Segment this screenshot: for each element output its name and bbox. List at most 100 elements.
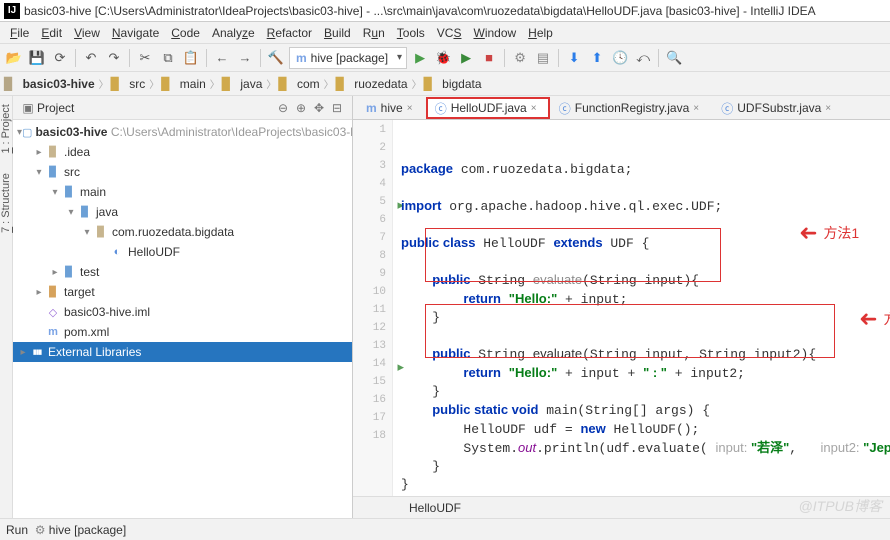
project-tree[interactable]: ▾basic03-hive C:\Users\Administrator\Ide… bbox=[13, 120, 352, 518]
vcs-update-icon[interactable]: ⬇ bbox=[564, 48, 584, 68]
tree-root[interactable]: ▾basic03-hive C:\Users\Administrator\Ide… bbox=[13, 122, 352, 142]
crumb-com[interactable]: ▉ com bbox=[278, 77, 319, 91]
structure-icon[interactable]: ▤ bbox=[533, 48, 553, 68]
debug-icon[interactable]: 🐞 bbox=[433, 48, 453, 68]
bottom-tool-bar: Run ⚙ hive [package] bbox=[0, 518, 890, 540]
separator bbox=[206, 49, 207, 67]
close-icon[interactable]: × bbox=[693, 103, 703, 113]
menu-tools[interactable]: Tools bbox=[391, 24, 431, 42]
tree-class[interactable]: HelloUDF bbox=[13, 242, 352, 262]
crumb-module[interactable]: ▉ basic03-hive bbox=[4, 77, 95, 91]
tree-java[interactable]: ▾java bbox=[13, 202, 352, 222]
menu-analyze[interactable]: Analyze bbox=[206, 24, 261, 42]
view-mode-icon[interactable]: ▣ bbox=[19, 99, 37, 117]
crumb-java[interactable]: ▉ java bbox=[222, 77, 263, 91]
tree-idea[interactable]: ▸.idea bbox=[13, 142, 352, 162]
bottom-run-tab[interactable]: Run ⚙ hive [package] bbox=[6, 523, 126, 537]
class-icon: ⓒ bbox=[721, 100, 733, 117]
menu-file[interactable]: File bbox=[4, 24, 35, 42]
run-icon[interactable]: ▶ bbox=[410, 48, 430, 68]
redo-icon[interactable]: ↷ bbox=[104, 48, 124, 68]
close-icon[interactable]: × bbox=[407, 103, 417, 113]
stop-icon[interactable]: ■ bbox=[479, 48, 499, 68]
menu-code[interactable]: Code bbox=[165, 24, 206, 42]
tree-target[interactable]: ▸target bbox=[13, 282, 352, 302]
menu-help[interactable]: Help bbox=[522, 24, 559, 42]
tree-pkg[interactable]: ▾com.ruozedata.bigdata bbox=[13, 222, 352, 242]
annotation-2: ➜方法2 bbox=[859, 310, 890, 328]
tab-hive[interactable]: mhive× bbox=[357, 97, 426, 119]
title-bar: IJ basic03-hive [C:\Users\Administrator\… bbox=[0, 0, 890, 22]
close-icon[interactable]: × bbox=[825, 103, 835, 113]
build-icon[interactable]: 🔨 bbox=[266, 48, 286, 68]
menu-view[interactable]: View bbox=[68, 24, 106, 42]
menu-vcs[interactable]: VCS bbox=[431, 24, 468, 42]
save-icon[interactable]: 💾 bbox=[27, 48, 47, 68]
separator bbox=[658, 49, 659, 67]
menu-window[interactable]: Window bbox=[467, 24, 522, 42]
crumb-ruozedata[interactable]: ▉ ruozedata bbox=[336, 77, 408, 91]
menu-refactor[interactable]: Refactor bbox=[261, 24, 318, 42]
maven-icon: m bbox=[366, 101, 377, 115]
class-icon: ⓒ bbox=[559, 100, 571, 117]
separator bbox=[260, 49, 261, 67]
settings-icon[interactable]: ✥ bbox=[310, 99, 328, 117]
menu-edit[interactable]: Edit bbox=[35, 24, 68, 42]
crumb-src[interactable]: ▉ src bbox=[111, 77, 146, 91]
side-tab-project[interactable]: 1: Project bbox=[0, 100, 12, 157]
back-icon[interactable]: ← bbox=[212, 48, 232, 68]
run-config-label: hive [package] bbox=[311, 51, 388, 65]
tree-external-libs[interactable]: ▸External Libraries bbox=[13, 342, 352, 362]
tree-iml[interactable]: basic03-hive.iml bbox=[13, 302, 352, 322]
project-panel-header: ▣ Project ⊖ ⊕ ✥ ⊟ bbox=[13, 96, 352, 120]
tab-udfsubstr[interactable]: ⓒUDFSubstr.java× bbox=[712, 97, 844, 119]
paste-icon[interactable]: 📋 bbox=[181, 48, 201, 68]
forward-icon[interactable]: → bbox=[235, 48, 255, 68]
tree-test[interactable]: ▸test bbox=[13, 262, 352, 282]
separator bbox=[129, 49, 130, 67]
code-area[interactable]: package com.ruozedata.bigdata; import or… bbox=[393, 120, 890, 496]
tab-functionregistry[interactable]: ⓒFunctionRegistry.java× bbox=[550, 97, 713, 119]
refresh-icon[interactable]: ⟳ bbox=[50, 48, 70, 68]
history-icon[interactable]: 🕓 bbox=[610, 48, 630, 68]
collapse-icon[interactable]: ⊖ bbox=[274, 99, 292, 117]
menu-bar: File Edit View Navigate Code Analyze Ref… bbox=[0, 22, 890, 44]
tree-src[interactable]: ▾src bbox=[13, 162, 352, 182]
close-icon[interactable]: × bbox=[531, 103, 541, 113]
coverage-icon[interactable]: ▶ bbox=[456, 48, 476, 68]
side-tab-structure[interactable]: 7: Structure bbox=[0, 169, 12, 237]
left-tool-strip: 1: Project 7: Structure bbox=[0, 96, 13, 518]
target-icon[interactable]: ⊕ bbox=[292, 99, 310, 117]
hide-icon[interactable]: ⊟ bbox=[328, 99, 346, 117]
maven-icon: m bbox=[296, 51, 307, 65]
crumb-main[interactable]: ▉ main bbox=[161, 77, 206, 91]
watermark: @ITPUB博客 bbox=[799, 496, 882, 516]
tree-pom[interactable]: pom.xml bbox=[13, 322, 352, 342]
copy-icon[interactable]: ⧉ bbox=[158, 48, 178, 68]
window-title: basic03-hive [C:\Users\Administrator\Ide… bbox=[24, 4, 816, 18]
revert-icon[interactable]: ⤺ bbox=[633, 48, 653, 68]
tree-main[interactable]: ▾main bbox=[13, 182, 352, 202]
editor: mhive× ⓒHelloUDF.java× ⓒFunctionRegistry… bbox=[353, 96, 890, 518]
editor-body[interactable]: 1234 5678 9101112 13141516 1718 package … bbox=[353, 120, 890, 496]
project-tool-window: ▣ Project ⊖ ⊕ ✥ ⊟ ▾basic03-hive C:\Users… bbox=[13, 96, 353, 518]
menu-run[interactable]: Run bbox=[357, 24, 391, 42]
separator bbox=[75, 49, 76, 67]
vcs-commit-icon[interactable]: ⬆ bbox=[587, 48, 607, 68]
undo-icon[interactable]: ↶ bbox=[81, 48, 101, 68]
tab-helloudf[interactable]: ⓒHelloUDF.java× bbox=[426, 97, 550, 119]
panel-title: Project bbox=[37, 101, 74, 115]
search-icon[interactable]: 🔍 bbox=[664, 48, 684, 68]
crumb-class[interactable]: HelloUDF bbox=[361, 501, 461, 515]
crumb-bigdata[interactable]: ▉ bigdata bbox=[424, 77, 482, 91]
toolbar: 📂 💾 ⟳ ↶ ↷ ✂ ⧉ 📋 ← → 🔨 m hive [package] ▶… bbox=[0, 44, 890, 72]
cut-icon[interactable]: ✂ bbox=[135, 48, 155, 68]
menu-build[interactable]: Build bbox=[318, 24, 357, 42]
gutter[interactable]: 1234 5678 9101112 13141516 1718 bbox=[353, 120, 393, 496]
menu-navigate[interactable]: Navigate bbox=[106, 24, 165, 42]
open-icon[interactable]: 📂 bbox=[4, 48, 24, 68]
arrow-icon: ➜ bbox=[799, 224, 817, 242]
settings-icon[interactable]: ⚙ bbox=[510, 48, 530, 68]
editor-tabs: mhive× ⓒHelloUDF.java× ⓒFunctionRegistry… bbox=[353, 96, 890, 120]
run-configuration-dropdown[interactable]: m hive [package] bbox=[289, 47, 407, 69]
